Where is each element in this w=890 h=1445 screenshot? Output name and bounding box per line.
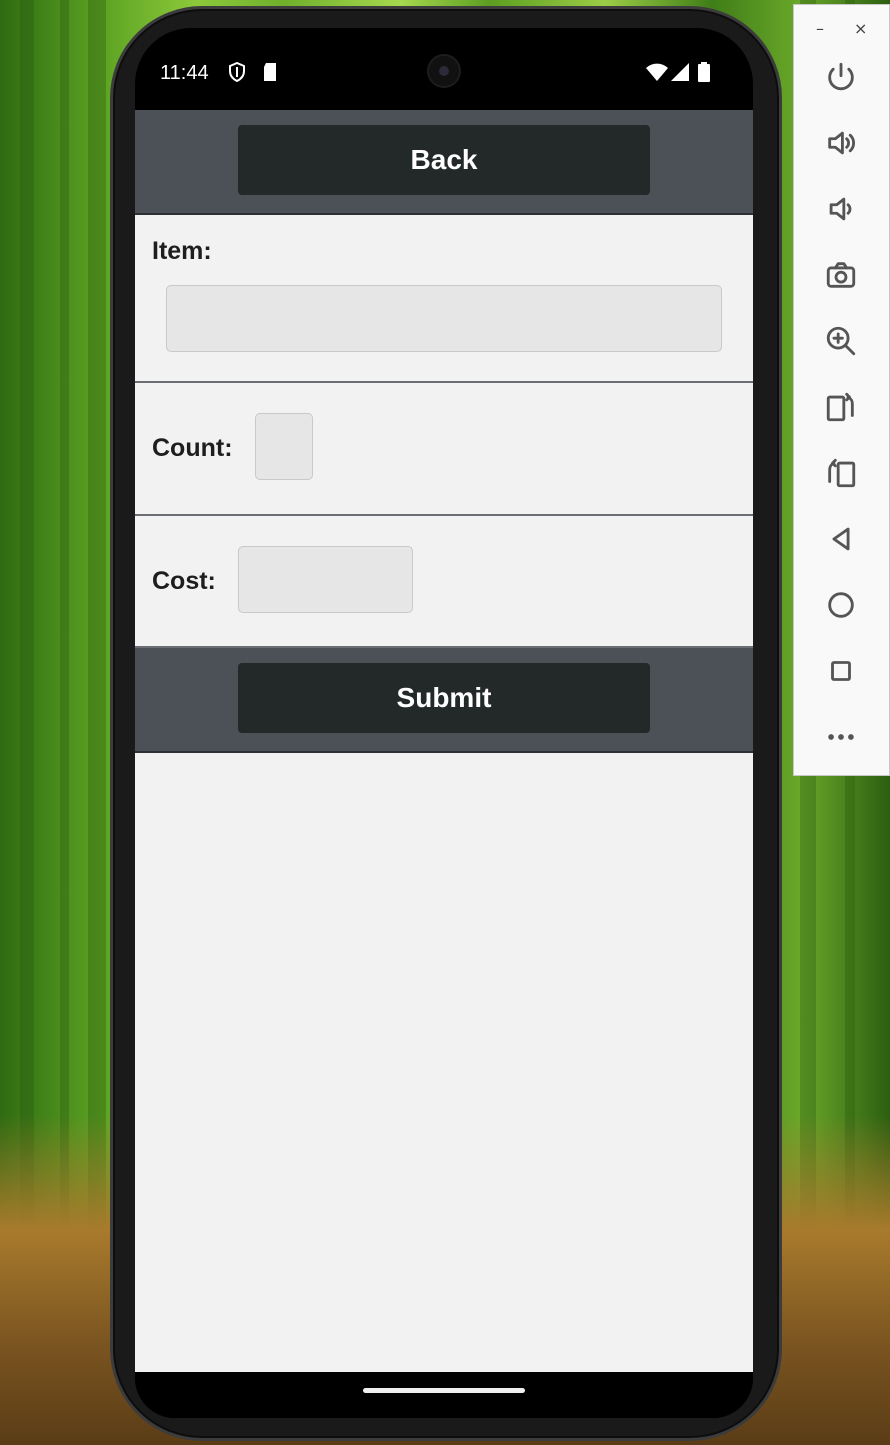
bottom-bar: Submit: [135, 648, 753, 753]
count-label: Count:: [152, 434, 233, 462]
back-icon: [832, 527, 850, 551]
top-bar: Back: [135, 110, 753, 215]
nav-home-button[interactable]: [819, 583, 863, 627]
home-icon: [828, 592, 854, 618]
item-label: Item:: [152, 237, 212, 265]
volume-up-icon: [828, 131, 855, 155]
cost-row: Cost:: [135, 516, 753, 648]
cost-label: Cost:: [152, 567, 216, 595]
count-row: Count:: [135, 383, 753, 516]
power-icon: [828, 62, 854, 91]
status-time: 11:44: [160, 62, 209, 84]
volume-up-button[interactable]: [819, 121, 863, 165]
front-camera: [427, 54, 461, 88]
phone-screen: 11:44 Back Item: Count: Cost: Submit: [135, 28, 753, 1418]
more-icon: [828, 734, 854, 740]
rotate-left-icon: [826, 392, 854, 422]
close-button[interactable]: ×: [854, 19, 867, 38]
nav-back-button[interactable]: [819, 517, 863, 561]
wifi-icon: [646, 63, 668, 81]
rotate-left-button[interactable]: [819, 385, 863, 429]
battery-icon: [698, 62, 710, 82]
zoom-icon: [826, 326, 856, 356]
item-input[interactable]: [166, 285, 722, 352]
screenshot-button[interactable]: [819, 253, 863, 297]
more-button[interactable]: [819, 715, 863, 759]
camera-icon: [826, 262, 856, 288]
status-bar: 11:44: [135, 28, 753, 110]
emulator-toolbar: – ×: [793, 4, 890, 776]
count-input[interactable]: [255, 413, 313, 480]
rotate-right-icon: [828, 458, 856, 488]
cost-input[interactable]: [238, 546, 413, 613]
nav-overview-button[interactable]: [819, 649, 863, 693]
back-button[interactable]: Back: [238, 125, 650, 195]
rotate-right-button[interactable]: [819, 451, 863, 495]
app-content: Back Item: Count: Cost: Submit: [135, 110, 753, 1372]
signal-icon: [671, 63, 689, 81]
volume-down-button[interactable]: [819, 187, 863, 231]
submit-button[interactable]: Submit: [238, 663, 650, 733]
overview-icon: [831, 661, 851, 681]
home-indicator[interactable]: [363, 1388, 525, 1393]
gesture-bar: [135, 1372, 753, 1418]
shield-icon: [229, 62, 245, 82]
volume-down-icon: [829, 197, 852, 221]
minimize-button[interactable]: –: [816, 19, 824, 38]
sd-card-icon: [264, 63, 276, 81]
zoom-button[interactable]: [819, 319, 863, 363]
item-row: Item:: [135, 215, 753, 383]
power-button[interactable]: [819, 55, 863, 99]
